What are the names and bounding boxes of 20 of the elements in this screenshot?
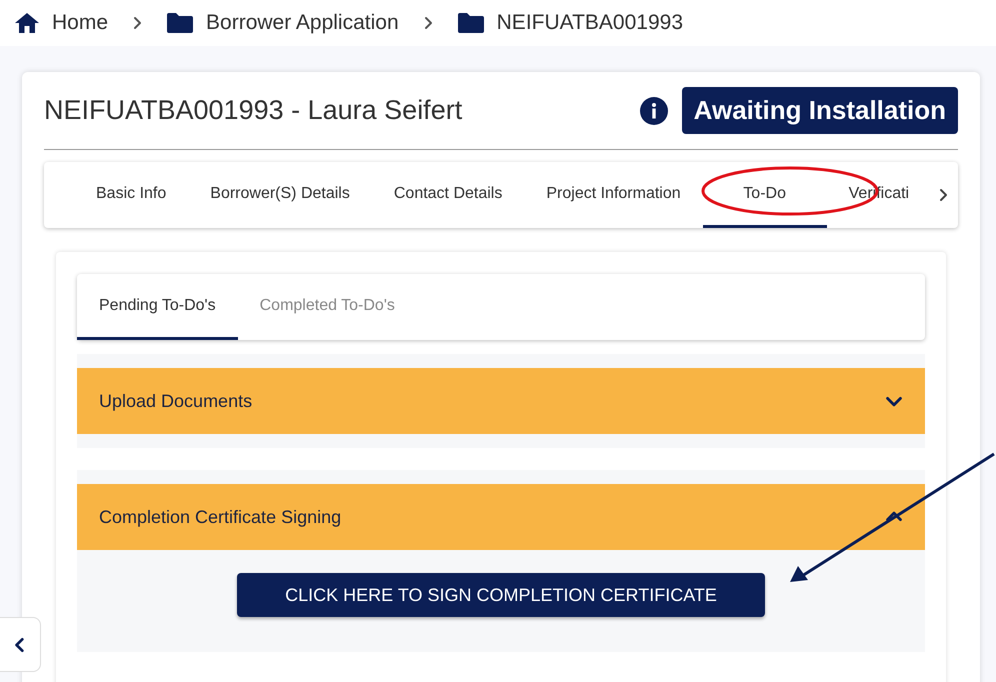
breadcrumb-link[interactable]: Home: [14, 7, 108, 39]
info-icon[interactable]: [640, 96, 668, 124]
collapse-button[interactable]: [0, 617, 41, 672]
tab[interactable]: Project Information: [524, 162, 703, 228]
tab[interactable]: Borrower(S) Details: [188, 162, 372, 228]
folder-icon: [456, 12, 485, 34]
sign-certificate-button[interactable]: CLICK HERE TO SIGN COMPLETION CERTIFICATE: [237, 573, 765, 617]
status-badge: Awaiting Installation: [682, 87, 958, 134]
accordion-header[interactable]: Completion Certificate Signing: [77, 484, 925, 550]
page-title: NEIFUATBA001993 - Laura Seifert: [44, 94, 462, 128]
home-icon: [14, 12, 40, 34]
folder-icon: [166, 12, 194, 34]
tab[interactable]: Contact Details: [372, 162, 524, 228]
tab[interactable]: To-Do: [702, 162, 827, 228]
accordion-header[interactable]: Upload Documents: [77, 368, 925, 434]
tab[interactable]: Completed To-Do's: [238, 274, 417, 340]
breadcrumb-link[interactable]: Borrower Application: [166, 7, 399, 39]
tab[interactable]: Pending To-Do's: [77, 274, 238, 340]
breadcrumb-link[interactable]: NEIFUATBA001993: [456, 7, 684, 39]
tab[interactable]: Basic Info: [74, 162, 188, 228]
